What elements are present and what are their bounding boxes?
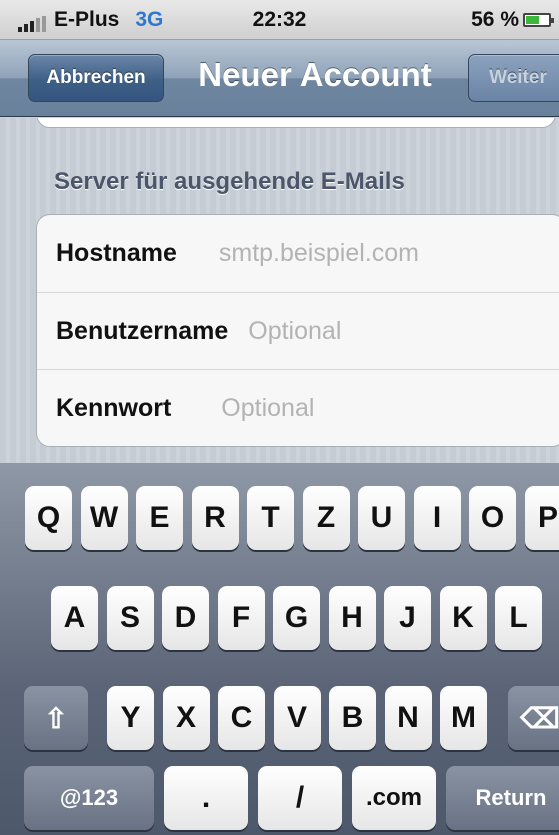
battery-icon [523,13,554,27]
hostname-field[interactable]: Hostname smtp.beispiel.com [37,215,559,292]
key-j[interactable]: J [384,586,431,650]
password-field[interactable]: Kennwort Optional [37,369,559,446]
key-u[interactable]: U [358,486,405,550]
page-title: Neuer Account [198,56,432,93]
username-label: Benutzername [56,316,229,345]
key-v[interactable]: V [273,686,321,750]
key-m[interactable]: M [440,686,487,750]
key-k[interactable]: K [439,586,487,650]
key-r[interactable]: R [191,486,239,550]
key-l[interactable]: L [495,586,542,650]
battery-indicator: 56 % [471,8,554,32]
previous-field-group [36,118,556,128]
dot-key[interactable]: . [164,766,248,830]
numbers-key[interactable]: @123 [24,766,154,830]
key-h[interactable]: H [328,586,376,650]
next-button[interactable]: Weiter [468,54,559,102]
hostname-input[interactable]: smtp.beispiel.com [219,239,419,268]
key-c[interactable]: C [218,686,265,750]
key-y[interactable]: Y [107,686,154,750]
key-z[interactable]: Z [302,486,350,550]
outgoing-server-fields: Hostname smtp.beispiel.com Benutzername … [36,214,559,447]
return-key[interactable]: Return [446,766,559,830]
shift-key[interactable]: ⇧ [24,686,88,750]
key-i[interactable]: I [413,486,461,550]
key-n[interactable]: N [384,686,432,750]
username-field[interactable]: Benutzername Optional [37,292,559,369]
form-content: Server für ausgehende E-Mails Hostname s… [0,118,559,463]
navigation-bar: Abbrechen Neuer Account Weiter [0,40,559,117]
key-x[interactable]: X [162,686,210,750]
password-input[interactable]: Optional [221,394,314,423]
section-title: Server für ausgehende E-Mails [54,168,405,195]
password-label: Kennwort [56,393,172,422]
key-b[interactable]: B [329,686,376,750]
status-bar: E-Plus 3G 22:32 56 % [0,0,559,40]
key-a[interactable]: A [51,586,98,650]
delete-key[interactable]: ⌫ [508,686,559,750]
key-p[interactable]: P [524,486,559,550]
cancel-button[interactable]: Abbrechen [28,54,164,102]
on-screen-keyboard: ⇧ ⌫ @123 . / .com Return QWERTZUIOP ASDFG… [0,463,559,835]
key-o[interactable]: O [469,486,516,550]
hostname-label: Hostname [56,239,177,267]
key-d[interactable]: D [162,586,209,650]
key-w[interactable]: W [80,486,128,550]
key-s[interactable]: S [106,586,154,650]
username-input[interactable]: Optional [248,317,341,346]
battery-percent: 56 % [471,8,519,31]
key-f[interactable]: F [217,586,265,650]
dot-com-key[interactable]: .com [352,766,436,830]
key-g[interactable]: G [273,586,320,650]
slash-key[interactable]: / [258,766,342,830]
key-t[interactable]: T [247,486,294,550]
key-e[interactable]: E [136,486,183,550]
key-q[interactable]: Q [25,486,72,550]
